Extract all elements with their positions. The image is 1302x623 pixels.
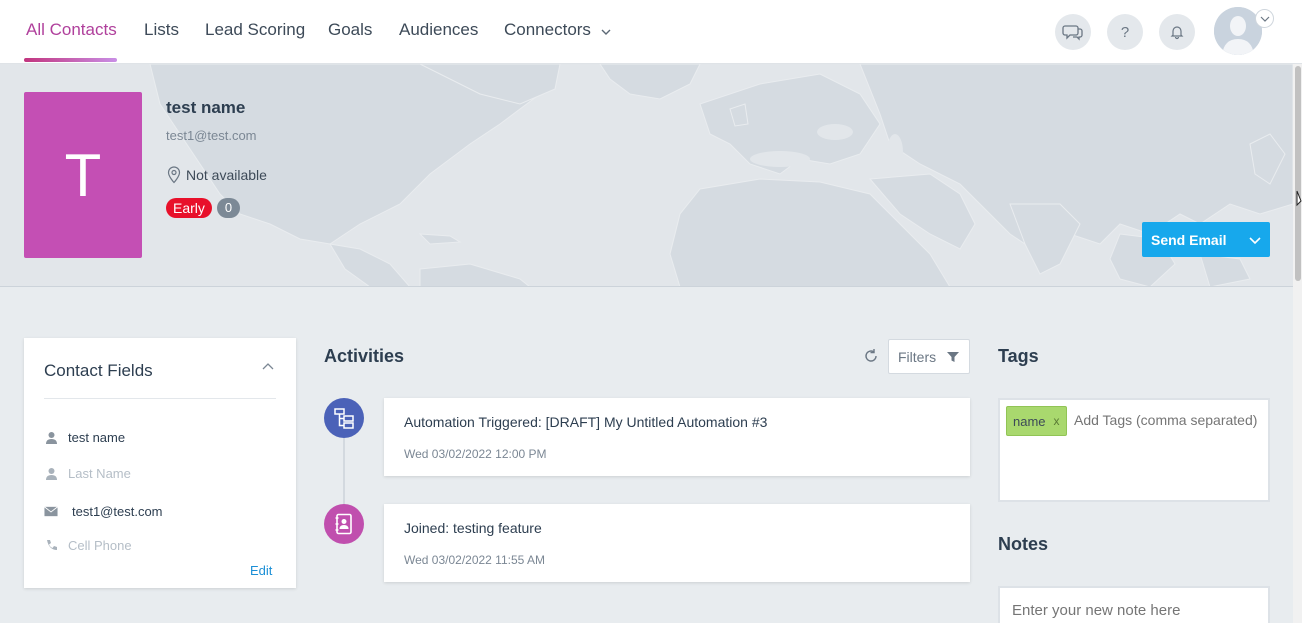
contact-book-icon xyxy=(324,504,364,544)
send-email-button[interactable]: Send Email xyxy=(1142,222,1270,257)
help-button[interactable]: ? xyxy=(1107,14,1143,50)
chevron-down-icon[interactable] xyxy=(600,26,612,38)
automation-icon xyxy=(324,398,364,438)
nav-tab-goals[interactable]: Goals xyxy=(328,20,372,40)
notes-field[interactable] xyxy=(998,586,1270,623)
nav-tab-lead-scoring[interactable]: Lead Scoring xyxy=(205,20,305,40)
bell-icon xyxy=(1170,26,1184,40)
filter-icon xyxy=(947,351,959,362)
chevron-up-icon[interactable] xyxy=(262,362,274,372)
tags-title: Tags xyxy=(998,346,1039,366)
cell-phone-placeholder: Cell Phone xyxy=(68,538,132,553)
contact-name: test name xyxy=(166,98,246,117)
contact-fields-title: Contact Fields xyxy=(44,361,153,380)
scrollbar-thumb[interactable] xyxy=(1295,66,1301,281)
contact-avatar: T xyxy=(24,92,142,258)
field-last-name[interactable]: Last Name xyxy=(44,466,131,481)
nav-tab-audiences[interactable]: Audiences xyxy=(399,20,478,40)
chevron-down-icon xyxy=(1260,16,1269,22)
refresh-icon[interactable] xyxy=(863,348,879,364)
location-text: Not available xyxy=(186,167,267,183)
tag-chip: name x xyxy=(1006,406,1067,436)
phone-icon xyxy=(44,539,58,553)
last-name-placeholder: Last Name xyxy=(68,466,131,481)
map-pin-icon xyxy=(167,166,181,184)
field-first-name[interactable]: test name xyxy=(44,430,125,445)
chat-button[interactable] xyxy=(1055,14,1091,50)
activity-text: Joined: testing feature xyxy=(404,520,542,536)
filters-button[interactable]: Filters xyxy=(888,339,970,374)
timeline-connector xyxy=(343,438,345,504)
help-icon: ? xyxy=(1120,23,1130,41)
field-cell-phone[interactable]: Cell Phone xyxy=(44,538,132,553)
active-tab-indicator xyxy=(24,58,117,62)
chat-icon xyxy=(1062,25,1083,41)
remove-tag-button[interactable]: x xyxy=(1054,414,1060,428)
nav-tab-lists[interactable]: Lists xyxy=(144,20,179,40)
filters-label: Filters xyxy=(898,348,937,365)
edit-fields-link[interactable]: Edit xyxy=(250,563,272,578)
field-email[interactable]: test1@test.com xyxy=(44,504,163,519)
activity-text: Automation Triggered: [DRAFT] My Untitle… xyxy=(404,414,768,430)
user-menu-toggle[interactable] xyxy=(1255,9,1274,28)
lead-stage-badge: Early xyxy=(166,198,212,218)
send-email-dropdown[interactable] xyxy=(1240,235,1270,245)
activity-date: Wed 03/02/2022 12:00 PM xyxy=(404,447,547,461)
divider xyxy=(44,398,276,399)
person-icon xyxy=(44,431,58,445)
contact-header: T test name test1@test.com Not available… xyxy=(0,64,1293,287)
nav-tab-all-contacts[interactable]: All Contacts xyxy=(26,20,117,40)
tags-field[interactable]: name x xyxy=(998,398,1270,502)
score-badge: 0 xyxy=(217,198,240,218)
nav-tab-connectors[interactable]: Connectors xyxy=(504,20,591,40)
activity-item[interactable]: Automation Triggered: [DRAFT] My Untitle… xyxy=(384,398,970,476)
send-email-label: Send Email xyxy=(1151,231,1227,248)
contact-email: test1@test.com xyxy=(166,128,257,143)
email-value: test1@test.com xyxy=(72,504,163,519)
mouse-cursor-icon xyxy=(1296,190,1302,207)
first-name-value: test name xyxy=(68,430,126,445)
contact-location: Not available xyxy=(166,166,267,184)
top-navigation: All Contacts Lists Lead Scoring Goals Au… xyxy=(0,0,1302,64)
add-tags-input[interactable] xyxy=(1074,412,1264,428)
activity-date: Wed 03/02/2022 11:55 AM xyxy=(404,553,545,567)
new-note-input[interactable] xyxy=(1012,602,1252,619)
activities-title: Activities xyxy=(324,346,405,366)
notes-title: Notes xyxy=(998,534,1049,554)
person-icon xyxy=(44,467,58,481)
tag-label: name xyxy=(1013,413,1046,429)
notifications-button[interactable] xyxy=(1159,14,1195,50)
activity-item[interactable]: Joined: testing feature Wed 03/02/2022 1… xyxy=(384,504,970,582)
chevron-down-icon xyxy=(1249,236,1261,244)
envelope-icon xyxy=(44,505,58,519)
contact-fields-card: Contact Fields test name Last Name test1… xyxy=(24,338,296,588)
